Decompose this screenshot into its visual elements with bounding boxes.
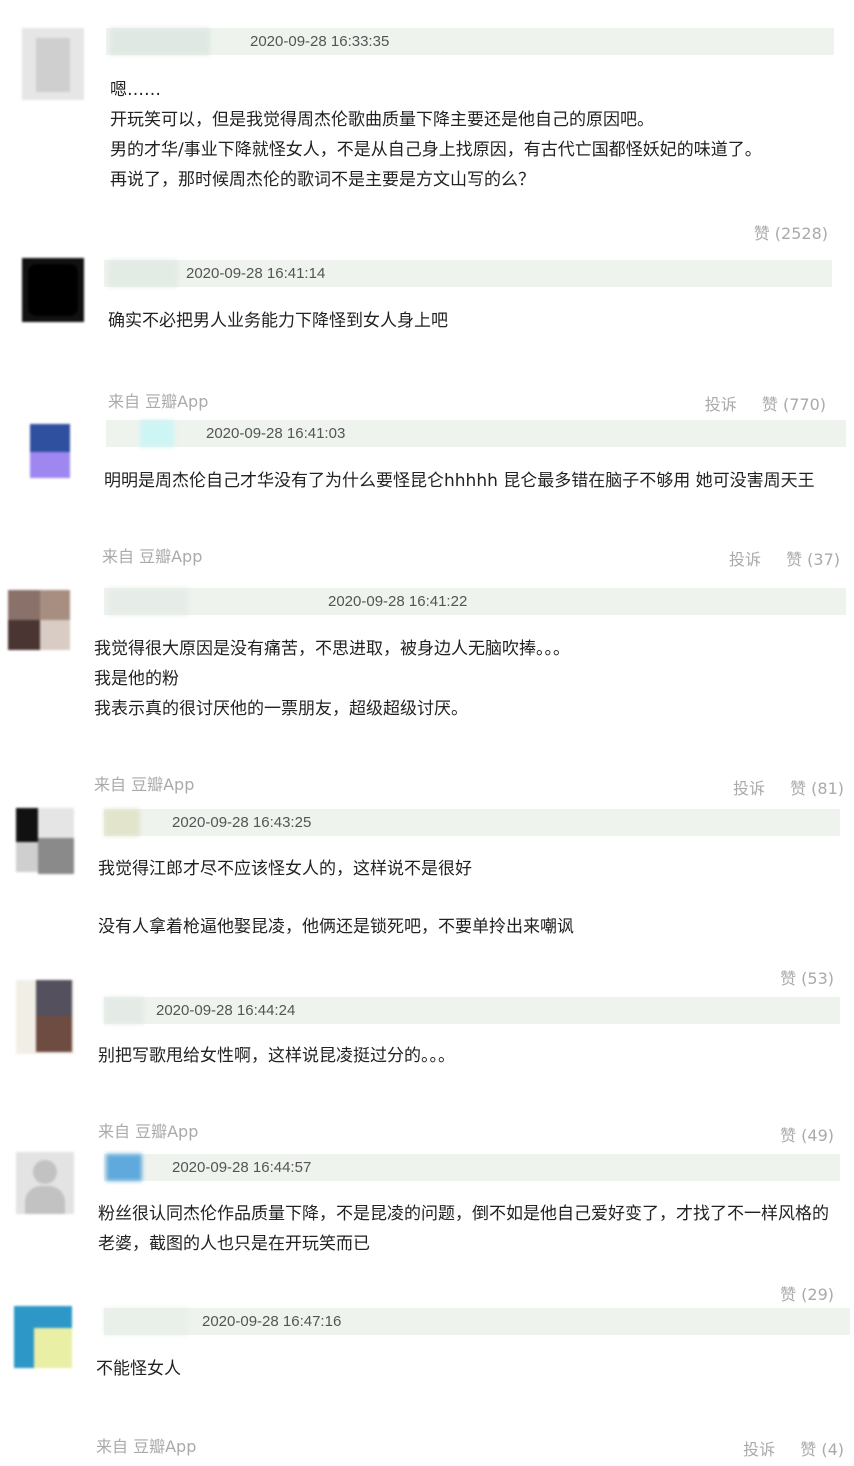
like-button[interactable]: 赞 (37) [786,550,840,569]
comment-header: 2020-09-28 16:41:14 [104,260,832,287]
username-blurred[interactable] [108,260,178,287]
avatar[interactable] [22,28,84,100]
comment-timestamp: 2020-09-28 16:41:14 [186,265,326,282]
like-button[interactable]: 赞 (29) [780,1285,834,1304]
like-button[interactable]: 赞 (770) [762,395,826,414]
comment-text: 明明是周杰伦自己才华没有了为什么要怪昆仑hhhhh 昆仑最多错在脑子不够用 她可… [104,466,815,496]
source-label: 来自 豆瓣App [94,775,195,794]
comment-text: 确实不必把男人业务能力下降怪到女人身上吧 [108,306,448,336]
comment-header: 2020-09-28 16:41:03 [106,420,846,447]
username-blurred[interactable] [106,1154,142,1181]
avatar[interactable] [16,980,74,1054]
comment-actions: 投诉 赞 (81) [711,775,844,799]
comment-text: 粉丝很认同杰伦作品质量下降，不是昆凌的问题，倒不如是他自己爱好变了，才找了不一样… [98,1199,829,1259]
avatar[interactable] [16,1152,74,1214]
comment-text: 不能怪女人 [96,1354,181,1384]
comment-line: 老婆，截图的人也只是在开玩笑而已 [98,1234,370,1254]
comment-line: 别把写歌甩给女性啊，这样说昆凌挺过分的。。。 [98,1046,455,1066]
comment-timestamp: 2020-09-28 16:44:24 [156,1002,296,1019]
source-label: 来自 豆瓣App [98,1122,199,1141]
like-button[interactable]: 赞 (81) [790,779,844,798]
report-button[interactable]: 投诉 [743,1440,775,1459]
report-button[interactable]: 投诉 [705,395,737,414]
comment-actions: 投诉 赞 (770) [683,391,826,415]
report-button[interactable]: 投诉 [729,550,761,569]
comment-line: 我觉得江郎才尽不应该怪女人的，这样说不是很好 [98,859,472,879]
comment-actions: 投诉 赞 (37) [707,546,840,570]
comment-line: 男的才华/事业下降就怪女人，不是从自己身上找原因，有古代亡国都怪妖妃的味道了。 [110,140,762,160]
username-blurred[interactable] [110,28,210,55]
comment-actions: 投诉 赞 (4) [721,1436,844,1460]
comment-line [98,884,574,912]
comment-line: 明明是周杰伦自己才华没有了为什么要怪昆仑hhhhh 昆仑最多错在脑子不够用 她可… [104,471,815,491]
avatar[interactable] [16,808,76,874]
username-blurred[interactable] [104,809,140,836]
avatar[interactable] [14,1306,72,1368]
comment-timestamp: 2020-09-28 16:41:22 [328,593,468,610]
comment-line: 粉丝很认同杰伦作品质量下降，不是昆凌的问题，倒不如是他自己爱好变了，才找了不一样… [98,1204,829,1224]
comment-actions: 赞 (29) [760,1281,834,1305]
comment-timestamp: 2020-09-28 16:47:16 [202,1313,342,1330]
username-blurred[interactable] [104,997,144,1024]
comment-timestamp: 2020-09-28 16:44:57 [172,1159,312,1176]
username-blurred[interactable] [104,1308,188,1335]
report-button[interactable]: 投诉 [733,779,765,798]
avatar[interactable] [18,420,78,480]
avatar[interactable] [22,258,84,322]
comment-actions: 赞 (49) [760,1122,834,1146]
source-label: 来自 豆瓣App [108,392,209,411]
comment-header: 2020-09-28 16:43:25 [104,809,840,836]
comment-line: 我是他的粉 [94,669,179,689]
source-label: 来自 豆瓣App [102,547,203,566]
comment-timestamp: 2020-09-28 16:43:25 [172,814,312,831]
comment-header: 2020-09-28 16:44:24 [104,997,840,1024]
comment-line: 没有人拿着枪逼他娶昆凌，他俩还是锁死吧，不要单拎出来嘲讽 [98,917,574,937]
source-label: 来自 豆瓣App [96,1437,197,1456]
comment-timestamp: 2020-09-28 16:41:03 [206,425,346,442]
comment-actions: 赞 (2528) [734,220,828,244]
avatar[interactable] [8,590,70,650]
username-blurred[interactable] [140,420,174,447]
comment-actions: 赞 (53) [760,965,834,989]
comment-line: 我表示真的很讨厌他的一票朋友，超级超级讨厌。 [94,699,468,719]
comment-line: 再说了，那时候周杰伦的歌词不是主要是方文山写的么？ [110,170,535,190]
comment-header: 2020-09-28 16:47:16 [104,1308,850,1335]
comment-header: 2020-09-28 16:41:22 [104,588,846,615]
comment-timestamp: 2020-09-28 16:33:35 [250,33,390,50]
comment-line: 不能怪女人 [96,1359,181,1379]
like-button[interactable]: 赞 (49) [780,1126,834,1145]
like-button[interactable]: 赞 (53) [780,969,834,988]
comment-text: 嗯…… 开玩笑可以，但是我觉得周杰伦歌曲质量下降主要还是他自己的原因吧。 男的才… [110,75,762,195]
comment-text: 我觉得很大原因是没有痛苦，不思进取，被身边人无脑吹捧。。。 我是他的粉 我表示真… [94,634,570,724]
comment-text: 别把写歌甩给女性啊，这样说昆凌挺过分的。。。 [98,1041,455,1071]
username-blurred[interactable] [108,588,188,615]
comment-line: 开玩笑可以，但是我觉得周杰伦歌曲质量下降主要还是他自己的原因吧。 [110,110,654,130]
comment-text: 我觉得江郎才尽不应该怪女人的，这样说不是很好 没有人拿着枪逼他娶昆凌，他俩还是锁… [98,854,574,942]
comment-header: 2020-09-28 16:44:57 [104,1154,840,1181]
comment-line: 嗯…… [110,80,161,100]
like-button[interactable]: 赞 (2528) [754,224,828,243]
like-button[interactable]: 赞 (4) [800,1440,844,1459]
comment-header: 2020-09-28 16:33:35 [106,28,834,55]
comment-line: 确实不必把男人业务能力下降怪到女人身上吧 [108,311,448,331]
comment-line: 我觉得很大原因是没有痛苦，不思进取，被身边人无脑吹捧。。。 [94,639,570,659]
